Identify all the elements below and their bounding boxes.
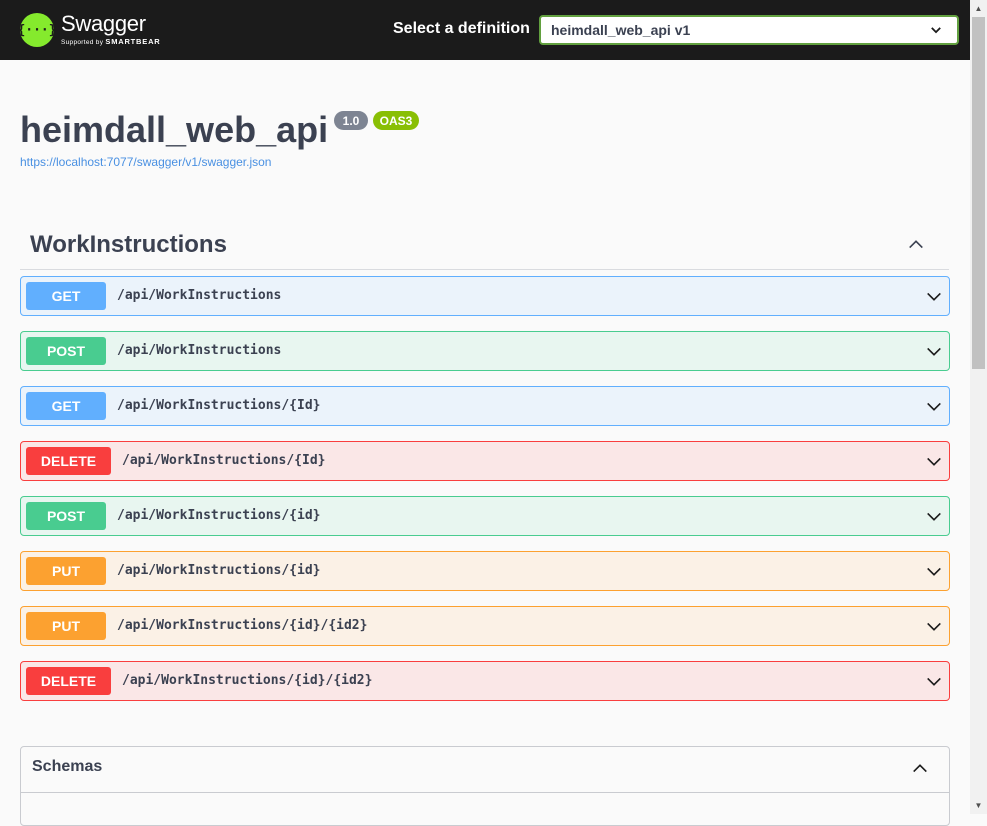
chevron-down-icon[interactable] (925, 618, 943, 636)
scroll-up-arrow-icon[interactable]: ▲ (970, 0, 987, 17)
schemas-section: Schemas (20, 746, 950, 826)
method-badge: GET (26, 392, 106, 420)
logo-text: Swagger Supported by SMARTBEAR (61, 13, 161, 47)
chevron-down-icon (931, 27, 941, 34)
chevron-down-icon[interactable] (925, 343, 943, 361)
operation-path: /api/WorkInstructions (117, 343, 282, 358)
method-badge: POST (26, 502, 106, 530)
operation-path: /api/WorkInstructions/{id} (117, 563, 321, 578)
page-scrollbar[interactable]: ▲ ▼ (970, 0, 987, 814)
operation-path: /api/WorkInstructions/{Id} (117, 398, 321, 413)
chevron-up-icon[interactable] (911, 759, 929, 777)
oas-badge: OAS3 (373, 111, 419, 130)
operation-row[interactable]: DELETE /api/WorkInstructions/{id}/{id2} (20, 661, 950, 701)
topbar: {···} Swagger Supported by SMARTBEAR Sel… (0, 0, 970, 60)
method-badge: PUT (26, 612, 106, 640)
operation-row[interactable]: GET /api/WorkInstructions/{Id} (20, 386, 950, 426)
chevron-down-icon[interactable] (925, 453, 943, 471)
logo-sub-brand: SMARTBEAR (105, 37, 161, 47)
operation-path: /api/WorkInstructions/{id} (117, 508, 321, 523)
method-badge: PUT (26, 557, 106, 585)
operation-row[interactable]: POST /api/WorkInstructions (20, 331, 950, 371)
method-badge: POST (26, 337, 106, 365)
method-badge: DELETE (26, 447, 111, 475)
scroll-down-arrow-icon[interactable]: ▼ (970, 797, 987, 814)
logo-sub-prefix: Supported by (61, 39, 104, 47)
spec-url-link[interactable]: https://localhost:7077/swagger/v1/swagge… (20, 155, 271, 169)
operation-path: /api/WorkInstructions (117, 288, 282, 303)
method-badge: DELETE (26, 667, 111, 695)
schemas-title: Schemas (32, 758, 103, 775)
version-badge: 1.0 (334, 111, 368, 130)
schemas-header[interactable]: Schemas (21, 747, 949, 793)
operation-path: /api/WorkInstructions/{Id} (122, 453, 326, 468)
operation-path: /api/WorkInstructions/{id}/{id2} (122, 673, 373, 688)
chevron-down-icon[interactable] (925, 508, 943, 526)
chevron-down-icon[interactable] (925, 288, 943, 306)
method-badge: GET (26, 282, 106, 310)
tag-header-workinstructions[interactable]: WorkInstructions (20, 225, 949, 270)
tag-name: WorkInstructions (30, 231, 227, 258)
logo-subtitle: Supported by SMARTBEAR (61, 38, 161, 47)
operation-row[interactable]: POST /api/WorkInstructions/{id} (20, 496, 950, 536)
swagger-logo-icon: {···} (17, 13, 57, 47)
scroll-thumb[interactable] (972, 17, 985, 369)
operation-row[interactable]: GET /api/WorkInstructions (20, 276, 950, 316)
chevron-up-icon[interactable] (907, 235, 925, 253)
operation-row[interactable]: PUT /api/WorkInstructions/{id}/{id2} (20, 606, 950, 646)
chevron-down-icon[interactable] (925, 563, 943, 581)
definition-select-value: heimdall_web_api v1 (551, 22, 691, 38)
definition-select[interactable]: heimdall_web_api v1 (539, 15, 959, 45)
logo-title: Swagger (61, 11, 146, 37)
operation-row[interactable]: PUT /api/WorkInstructions/{id} (20, 551, 950, 591)
api-title: heimdall_web_api (20, 109, 329, 150)
chevron-down-icon[interactable] (925, 673, 943, 691)
operation-path: /api/WorkInstructions/{id}/{id2} (117, 618, 368, 633)
chevron-down-icon[interactable] (925, 398, 943, 416)
definition-label: Select a definition (393, 20, 530, 37)
swagger-logo[interactable]: {···} Swagger Supported by SMARTBEAR (17, 10, 161, 50)
operation-row[interactable]: DELETE /api/WorkInstructions/{Id} (20, 441, 950, 481)
